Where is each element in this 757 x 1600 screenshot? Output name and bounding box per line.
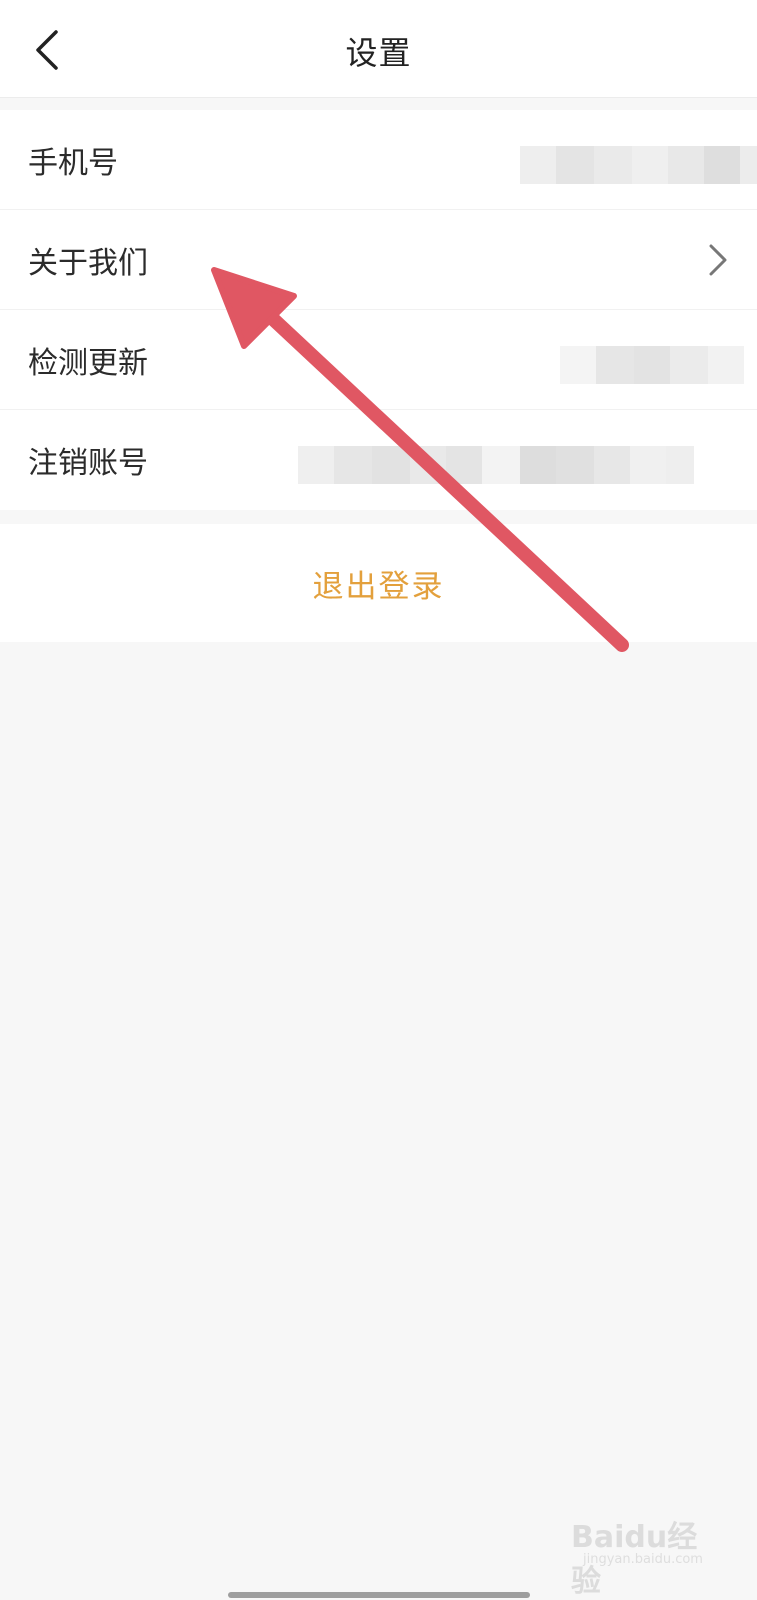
redacted-account-value xyxy=(298,446,694,484)
watermark-url: jingyan.baidu.com xyxy=(583,1552,703,1567)
redacted-version-value xyxy=(560,346,744,384)
settings-item-about-us[interactable]: 关于我们 xyxy=(0,210,757,310)
settings-item-label: 手机号 xyxy=(28,145,118,181)
settings-item-label: 注销账号 xyxy=(28,446,148,481)
logout-button[interactable]: 退出登录 xyxy=(0,524,757,642)
top-navigation-bar: 设置 xyxy=(0,0,757,98)
settings-item-label: 关于我们 xyxy=(28,245,148,281)
page-title: 设置 xyxy=(345,34,412,72)
settings-item-label: 检测更新 xyxy=(28,345,148,381)
redacted-phone-value xyxy=(520,146,757,184)
settings-item-phone[interactable]: 手机号 xyxy=(0,110,757,210)
settings-item-check-update[interactable]: 检测更新 xyxy=(0,310,757,410)
chevron-right-icon xyxy=(709,244,727,276)
logout-label: 退出登录 xyxy=(312,568,445,605)
home-indicator[interactable] xyxy=(228,1592,530,1598)
baidu-watermark: Baidu经验 jingyan.baidu.com xyxy=(563,1512,713,1599)
settings-item-delete-account[interactable]: 注销账号 xyxy=(0,410,757,510)
settings-list: 手机号 关于我们 检测更新 注销账号 xyxy=(0,110,757,510)
